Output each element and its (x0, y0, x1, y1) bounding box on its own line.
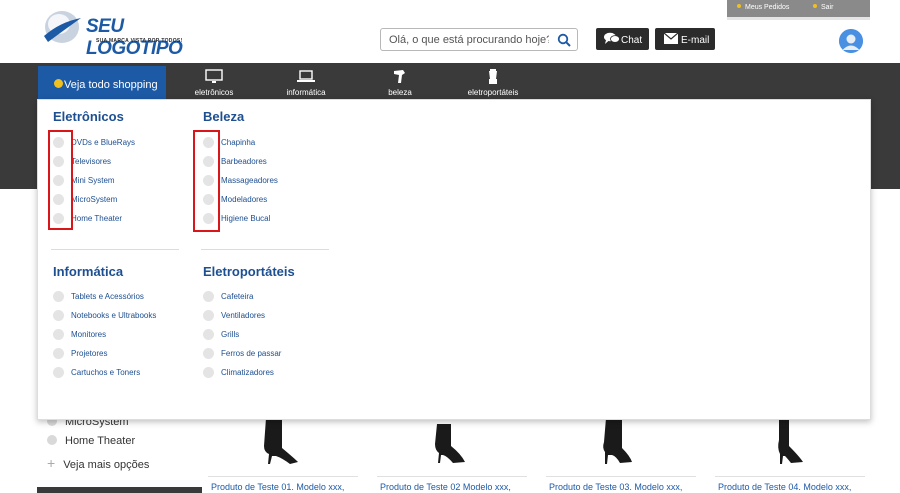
boot-image (778, 418, 803, 464)
product-name[interactable]: Produto de Teste 02 Modelo xxx, (380, 482, 511, 492)
search-icon[interactable] (557, 33, 571, 47)
top-links-shadow (727, 17, 870, 20)
chat-icon (604, 32, 620, 44)
chat-label: Chat (621, 35, 643, 46)
main-nav: Veja todo shopping eletrônicos informáti… (0, 63, 900, 99)
logo-tagline: SUA MARCA VISTA POR TODOS! (96, 38, 183, 44)
highlight-box (48, 130, 73, 230)
email-button[interactable]: E-mail (655, 28, 715, 50)
radio-bullet-icon (203, 291, 214, 302)
nav-item-eletroportateis[interactable]: eletroportáteis (462, 69, 524, 99)
globe-logo-icon (44, 11, 81, 43)
mega-menu-dropdown: Eletrônicos DVDs e BlueRays Televisores … (37, 99, 871, 420)
logo[interactable]: SEU LOGOTIPO SUA MARCA VISTA POR TODOS! (42, 8, 192, 59)
radio-bullet-icon (53, 367, 64, 378)
sidebar-item-home-theater[interactable]: Home Theater (47, 435, 135, 447)
product-card[interactable]: Produto de Teste 04. Modelo xxx, (715, 418, 865, 493)
boot-image (435, 424, 465, 463)
sidebar-filter: MicroSystem Home Theater + Veja mais opçõ… (37, 412, 207, 493)
shop-all-label: Veja todo shopping (64, 79, 158, 91)
sidebar-footer-bar (37, 487, 202, 493)
user-avatar[interactable] (839, 29, 863, 53)
product-card[interactable]: Produto de Teste 02 Modelo xxx, (377, 418, 527, 493)
search-input[interactable] (389, 33, 549, 47)
divider (51, 249, 179, 250)
category-title[interactable]: Eletroportáteis (203, 264, 295, 279)
plus-icon: + (47, 455, 56, 471)
nav-item-beleza[interactable]: beleza (380, 69, 420, 99)
radio-bullet-icon (203, 367, 214, 378)
check-icon (54, 79, 63, 88)
user-icon (839, 29, 863, 53)
radio-bullet-icon (53, 329, 64, 340)
category-title[interactable]: Beleza (203, 109, 244, 124)
highlight-box (193, 130, 220, 232)
nav-item-informatica[interactable]: informática (278, 69, 334, 99)
divider (201, 249, 329, 250)
boot-image (603, 418, 632, 464)
nav-label: beleza (388, 88, 412, 97)
boot-image (264, 418, 298, 464)
monitor-icon (205, 69, 223, 83)
product-name[interactable]: Produto de Teste 01. Modelo xxx, (211, 482, 344, 492)
hair-dryer-icon (394, 70, 405, 83)
product-name[interactable]: Produto de Teste 03. Modelo xxx, (549, 482, 682, 492)
top-links-bar: Meus Pedidos Sair (727, 0, 870, 17)
radio-bullet-icon (203, 348, 214, 359)
logout-link[interactable]: Sair (813, 4, 833, 11)
my-orders-link[interactable]: Meus Pedidos (737, 4, 789, 11)
search-box (380, 28, 578, 51)
radio-bullet-icon (53, 291, 64, 302)
radio-bullet-icon (203, 329, 214, 340)
email-label: E-mail (681, 35, 710, 46)
radio-bullet-icon (53, 310, 64, 321)
more-options-link[interactable]: + Veja mais opções (47, 455, 149, 471)
shop-all-button[interactable]: Veja todo shopping (38, 66, 166, 99)
nav-label: eletrônicos (194, 88, 234, 97)
product-card[interactable]: Produto de Teste 03. Modelo xxx, (546, 418, 696, 493)
blender-icon (489, 69, 497, 84)
category-title[interactable]: Eletrônicos (53, 109, 124, 124)
envelope-icon (664, 33, 678, 44)
nav-label: informática (286, 88, 326, 97)
header: SEU LOGOTIPO SUA MARCA VISTA POR TODOS! … (0, 0, 900, 63)
laptop-icon (297, 70, 315, 82)
radio-bullet-icon (203, 310, 214, 321)
nav-label: eletroportáteis (467, 88, 519, 97)
product-card[interactable]: Produto de Teste 01. Modelo xxx, (208, 418, 358, 493)
product-name[interactable]: Produto de Teste 04. Modelo xxx, (718, 482, 851, 492)
chat-button[interactable]: Chat (596, 28, 649, 50)
radio-bullet-icon (53, 348, 64, 359)
category-title[interactable]: Informática (53, 264, 123, 279)
nav-item-eletronicos[interactable]: eletrônicos (186, 69, 242, 99)
